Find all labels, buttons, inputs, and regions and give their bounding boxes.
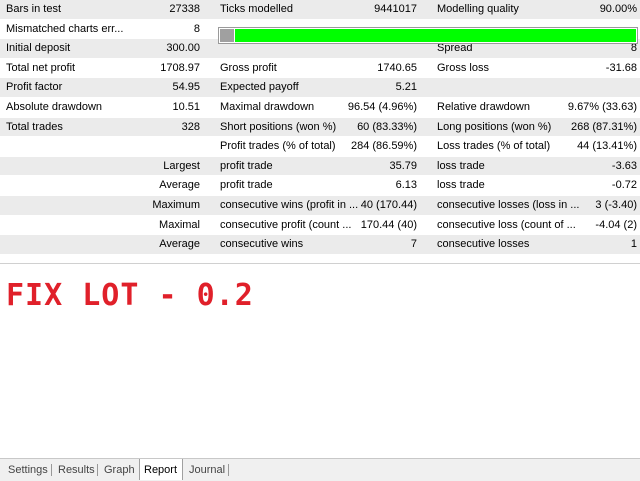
value-absolute-drawdown: 10.51 (172, 100, 200, 113)
table-row: Maximal consecutive profit (count ... 17… (0, 215, 640, 236)
value-maximal-drawdown: 96.54 (4.96%) (347, 100, 417, 113)
tab-label: Journal (189, 464, 226, 476)
table-bottom-divider (0, 263, 640, 264)
value-modelling-quality: 90.00% (599, 3, 637, 15)
value-maximal-consecutive-loss: -4.04 (2) (595, 218, 637, 231)
tab-label: Report (144, 464, 178, 476)
value-mismatched-charts: 8 (193, 22, 200, 35)
table-row: Bars in test 27338 Ticks modelled 944101… (0, 0, 640, 20)
quality-bar-unmodelled-segment (220, 29, 234, 42)
tab-label: Results (58, 464, 95, 476)
qualifier-largest: Largest (163, 159, 200, 172)
value-expected-payoff: 5.21 (395, 81, 417, 94)
quality-bar-modelled-segment (235, 29, 636, 42)
tab-label: Graph (104, 464, 135, 476)
value-max-consecutive-wins: 40 (170.44) (360, 198, 417, 211)
value-bars-in-test: 27338 (169, 3, 200, 15)
table-row: Absolute drawdown 10.51 Maximal drawdown… (0, 97, 640, 118)
value-average-profit-trade: 6.13 (395, 179, 417, 192)
value-maximal-consecutive-profit: 170.44 (40) (360, 218, 417, 231)
table-row: Profit trades (% of total) 284 (86.59%) … (0, 137, 640, 157)
value-average-consecutive-wins: 7 (410, 238, 417, 251)
value-total-trades: 328 (181, 120, 200, 133)
tab-results[interactable]: Results (54, 461, 98, 479)
tab-graph[interactable]: Graph (100, 461, 138, 479)
value-average-loss-trade: -0.72 (611, 179, 637, 192)
table-row: Average consecutive wins 7 consecutive l… (0, 235, 640, 255)
qualifier-average: Average (159, 179, 200, 192)
value-largest-profit-trade: 35.79 (389, 159, 417, 172)
tab-journal[interactable]: Journal (185, 461, 229, 479)
table-row: Total net profit 1708.97 Gross profit 17… (0, 58, 640, 79)
value-short-positions: 60 (83.33%) (357, 120, 417, 133)
table-row: Largest profit trade 35.79 loss trade -3… (0, 156, 640, 177)
tab-label: Settings (8, 464, 48, 476)
value-max-consecutive-losses: 3 (-3.40) (595, 198, 637, 211)
tab-report[interactable]: Report (139, 459, 183, 480)
value-profit-trades: 284 (86.59%) (350, 140, 417, 153)
qualifier-average-consecutive: Average (159, 238, 200, 251)
table-row: Profit factor 54.95 Expected payoff 5.21 (0, 78, 640, 98)
value-long-positions: 268 (87.31%) (570, 120, 637, 133)
value-loss-trades: 44 (13.41%) (577, 140, 637, 153)
value-relative-drawdown: 9.67% (33.63) (567, 100, 637, 113)
modelling-quality-bar (218, 27, 638, 44)
qualifier-maximum: Maximum (152, 198, 200, 211)
table-row: Total trades 328 Short positions (won %)… (0, 117, 640, 138)
tab-settings[interactable]: Settings (4, 461, 52, 479)
tester-tab-bar: Settings Results Graph Report Journal (0, 458, 640, 481)
value-average-consecutive-losses: 1 (630, 238, 637, 251)
table-row: Average profit trade 6.13 loss trade -0.… (0, 176, 640, 196)
table-row: Maximum consecutive wins (profit in ... … (0, 195, 640, 216)
value-gross-profit: 1740.65 (377, 61, 417, 74)
value-initial-deposit: 300.00 (166, 42, 200, 55)
value-largest-loss-trade: -3.63 (611, 159, 637, 172)
annotation-fix-lot: FIX LOT - 0.2 (6, 278, 254, 313)
value-gross-loss: -31.68 (605, 61, 637, 74)
value-ticks-modelled: 9441017 (374, 3, 417, 15)
value-profit-factor: 54.95 (172, 81, 200, 94)
value-total-net-profit: 1708.97 (160, 61, 200, 74)
qualifier-maximal: Maximal (159, 218, 200, 231)
